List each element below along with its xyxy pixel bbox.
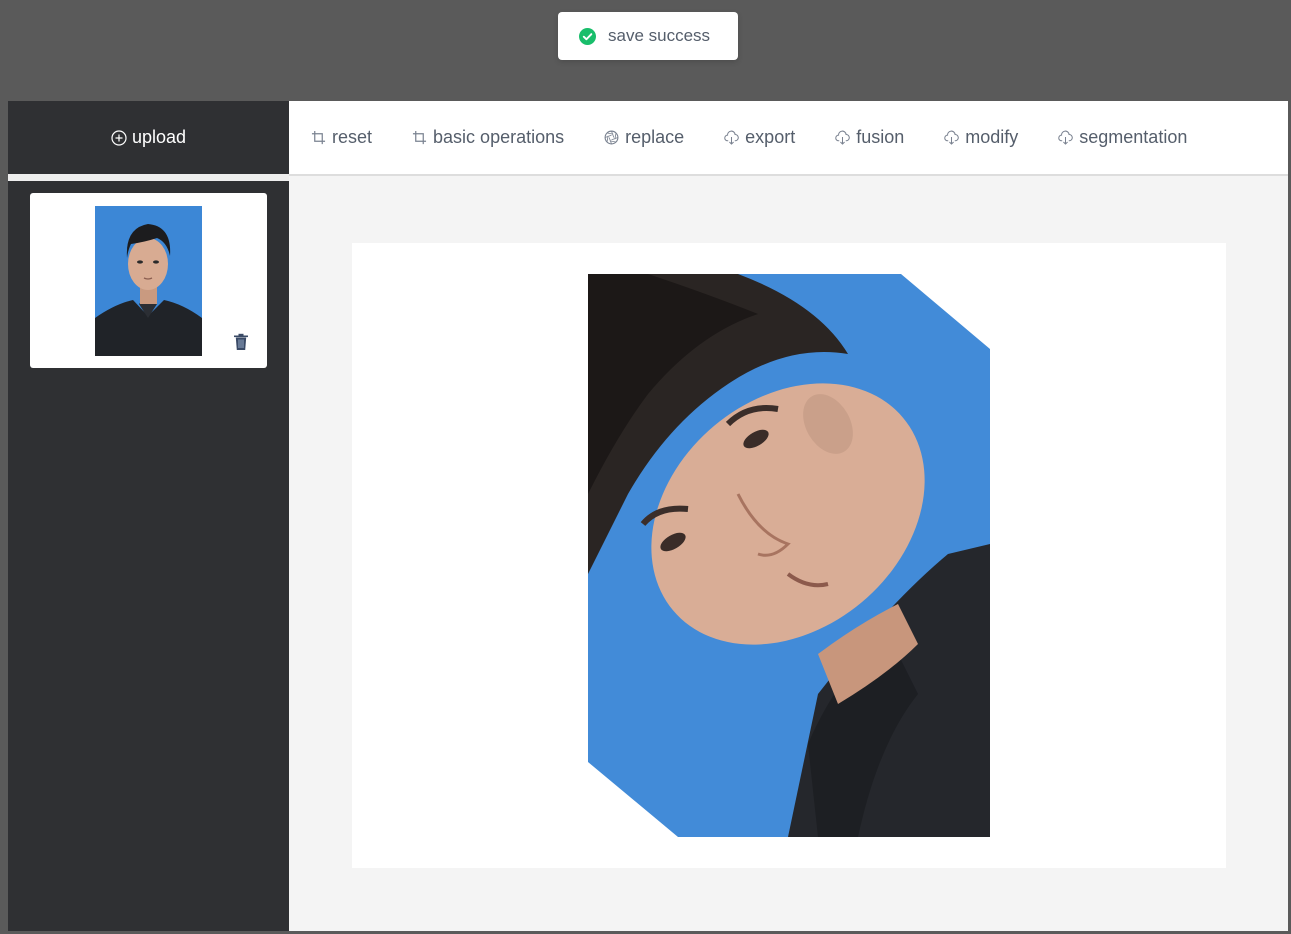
modify-button[interactable]: modify <box>944 127 1018 148</box>
cloud-download-icon <box>1058 130 1074 145</box>
toolbar: reset basic operations replace export fu… <box>289 101 1288 176</box>
segmentation-button[interactable]: segmentation <box>1058 127 1187 148</box>
modify-label: modify <box>965 127 1019 147</box>
toast-message: save success <box>608 26 711 45</box>
sidebar: upload <box>8 101 289 931</box>
replace-label: replace <box>625 127 685 147</box>
aperture-icon <box>604 130 619 145</box>
reset-label: reset <box>332 127 373 147</box>
crop-icon <box>311 130 326 145</box>
edited-photo[interactable] <box>588 274 990 837</box>
image-canvas[interactable] <box>352 243 1226 868</box>
plus-circle-icon <box>111 129 127 146</box>
thumbnail-image[interactable] <box>95 206 202 356</box>
save-success-toast: save success <box>558 12 738 60</box>
sidebar-divider <box>8 174 289 181</box>
upload-button[interactable]: upload <box>8 101 289 174</box>
cloud-download-icon <box>835 130 850 145</box>
main-area: reset basic operations replace export fu… <box>289 101 1288 931</box>
export-button[interactable]: export <box>724 127 795 148</box>
upload-label: upload <box>131 127 187 147</box>
basic-operations-button[interactable]: basic operations <box>412 127 564 148</box>
basic-operations-label: basic operations <box>433 127 565 147</box>
replace-button[interactable]: replace <box>604 127 684 148</box>
fusion-button[interactable]: fusion <box>835 127 904 148</box>
cloud-download-icon <box>724 130 739 145</box>
segmentation-label: segmentation <box>1079 127 1188 147</box>
cloud-download-icon <box>944 130 960 145</box>
export-label: export <box>745 127 796 147</box>
trash-icon[interactable] <box>233 333 249 351</box>
crop-icon <box>412 130 427 145</box>
reset-button[interactable]: reset <box>311 127 372 148</box>
thumbnail-card[interactable] <box>30 193 267 368</box>
check-circle-icon <box>579 27 596 45</box>
editor-window: upload reset basic operations replace ex… <box>8 101 1288 931</box>
fusion-label: fusion <box>856 127 905 147</box>
